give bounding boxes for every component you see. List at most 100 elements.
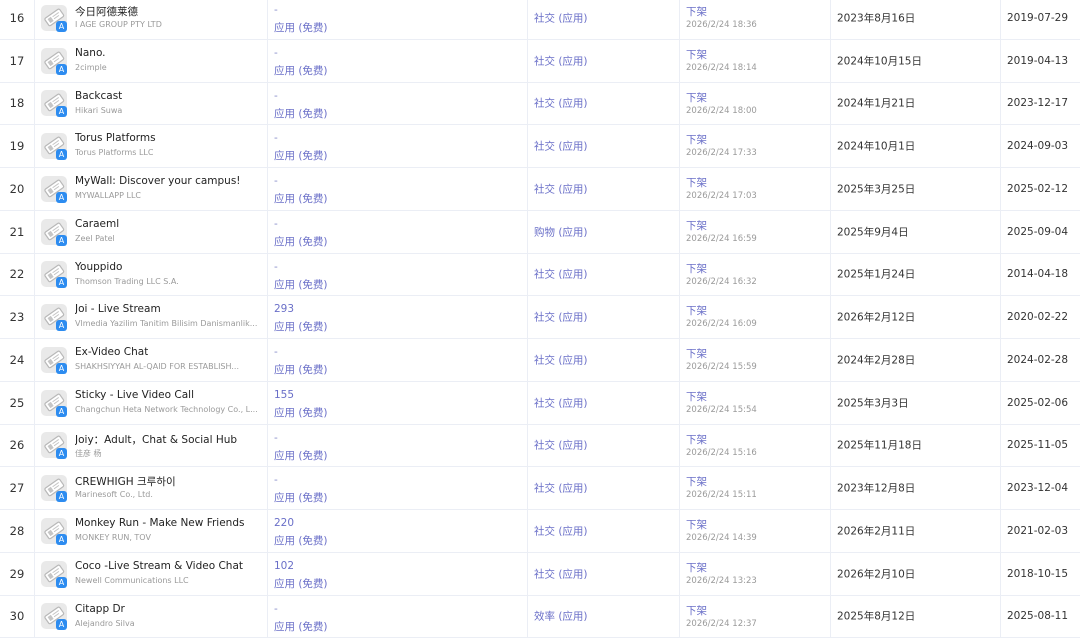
image-placeholder-icon[interactable]: A (41, 48, 67, 74)
price-type[interactable]: 应用 (免费) (274, 448, 328, 463)
app-cell[interactable]: A Monkey Run - Make New Friends MONKEY R… (34, 510, 267, 552)
app-name[interactable]: Joiy：Adult，Chat & Social Hub (75, 432, 237, 447)
table-row[interactable]: 16 A 今日阿德莱德 I AGE GROUP PTY LTD (0, 0, 1080, 40)
status-link[interactable]: 下架 (686, 4, 707, 19)
app-cell[interactable]: A Ex-Video Chat SHAKHSIYYAH AL-QAID FOR … (34, 339, 267, 381)
price-type[interactable]: 应用 (免费) (274, 576, 328, 591)
app-cell[interactable]: A CREWHIGH 크루하이 Marinesoft Co., Ltd. (34, 467, 267, 509)
image-placeholder-icon[interactable]: A (41, 133, 67, 159)
category-link[interactable]: 社交 (应用) (534, 566, 588, 581)
category-link[interactable]: 社交 (应用) (534, 267, 588, 282)
image-placeholder-icon[interactable]: A (41, 5, 67, 31)
price-type[interactable]: 应用 (免费) (274, 405, 328, 420)
price-type[interactable]: 应用 (免费) (274, 533, 328, 548)
category-link[interactable]: 效率 (应用) (534, 609, 588, 624)
app-cell[interactable]: A Nano. 2cimple (34, 40, 267, 82)
price-type[interactable]: 应用 (免费) (274, 234, 328, 249)
app-name[interactable]: Sticky - Live Video Call (75, 389, 194, 401)
category-link[interactable]: 社交 (应用) (534, 310, 588, 325)
price-type[interactable]: 应用 (免费) (274, 106, 328, 121)
app-name[interactable]: MyWall: Discover your campus! (75, 175, 241, 187)
image-placeholder-icon[interactable]: A (41, 518, 67, 544)
price-type[interactable]: 应用 (免费) (274, 277, 328, 292)
category-link[interactable]: 社交 (应用) (534, 53, 588, 68)
table-row[interactable]: 20 A MyWall: Discover your campus! (0, 168, 1080, 211)
app-cell[interactable]: A MyWall: Discover your campus! MYWALLAP… (34, 168, 267, 210)
status-link[interactable]: 下架 (686, 560, 707, 575)
app-cell[interactable]: A Sticky - Live Video Call Changchun Het… (34, 382, 267, 424)
app-cell[interactable]: A Joi - Live Stream Vlmedia Yazilim Tani… (34, 296, 267, 338)
image-placeholder-icon[interactable]: A (41, 561, 67, 587)
app-cell[interactable]: A Coco -Live Stream & Video Chat Newell … (34, 553, 267, 595)
app-name[interactable]: CREWHIGH 크루하이 (75, 474, 176, 489)
category-link[interactable]: 社交 (应用) (534, 139, 588, 154)
status-link[interactable]: 下架 (686, 432, 707, 447)
category-link[interactable]: 社交 (应用) (534, 481, 588, 496)
price-type[interactable]: 应用 (免费) (274, 362, 328, 377)
status-link[interactable]: 下架 (686, 175, 707, 190)
category-link[interactable]: 购物 (应用) (534, 224, 588, 239)
category-link[interactable]: 社交 (应用) (534, 10, 588, 25)
price-type[interactable]: 应用 (免费) (274, 619, 328, 634)
image-placeholder-icon[interactable]: A (41, 603, 67, 629)
category-link[interactable]: 社交 (应用) (534, 438, 588, 453)
image-placeholder-icon[interactable]: A (41, 176, 67, 202)
app-cell[interactable]: A Citapp Dr Alejandro Silva (34, 596, 267, 638)
image-placeholder-icon[interactable]: A (41, 90, 67, 116)
app-name[interactable]: Nano. (75, 47, 106, 59)
status-link[interactable]: 下架 (686, 90, 707, 105)
table-row[interactable]: 25 A Sticky - Live Video Call Chan (0, 382, 1080, 425)
table-row[interactable]: 24 A Ex-Video Chat SHAKHSIYYAH AL- (0, 339, 1080, 382)
status-link[interactable]: 下架 (686, 218, 707, 233)
image-placeholder-icon[interactable]: A (41, 390, 67, 416)
price-type[interactable]: 应用 (免费) (274, 490, 328, 505)
app-cell[interactable]: A Youppido Thomson Trading LLC S.A. (34, 254, 267, 296)
table-row[interactable]: 26 A Joiy：Adult，Chat & Social Hub (0, 425, 1080, 468)
app-name[interactable]: Backcast (75, 90, 122, 102)
app-cell[interactable]: A Torus Platforms Torus Platforms LLC (34, 125, 267, 167)
app-cell[interactable]: A Caraeml Zeel Patel (34, 211, 267, 253)
status-link[interactable]: 下架 (686, 474, 707, 489)
image-placeholder-icon[interactable]: A (41, 347, 67, 373)
table-row[interactable]: 28 A Monkey Run - Make New Friends (0, 510, 1080, 553)
price-type[interactable]: 应用 (免费) (274, 319, 328, 334)
table-row[interactable]: 27 A CREWHIGH 크루하이 Marinesoft Co., (0, 467, 1080, 510)
app-name[interactable]: Youppido (75, 261, 122, 273)
app-name[interactable]: Torus Platforms (75, 132, 156, 144)
table-row[interactable]: 30 A Citapp Dr Alejandro Silva (0, 596, 1080, 638)
app-name[interactable]: Monkey Run - Make New Friends (75, 517, 244, 529)
table-row[interactable]: 17 A Nano. 2cimple (0, 40, 1080, 83)
app-cell[interactable]: A Backcast Hikari Suwa (34, 83, 267, 125)
table-row[interactable]: 19 A Torus Platforms Torus Platfor (0, 125, 1080, 168)
app-name[interactable]: Coco -Live Stream & Video Chat (75, 560, 243, 572)
app-name[interactable]: Ex-Video Chat (75, 346, 148, 358)
category-link[interactable]: 社交 (应用) (534, 181, 588, 196)
table-row[interactable]: 23 A Joi - Live Stream Vlmedia Yaz (0, 296, 1080, 339)
price-type[interactable]: 应用 (免费) (274, 20, 328, 35)
app-name[interactable]: Joi - Live Stream (75, 303, 161, 315)
status-link[interactable]: 下架 (686, 603, 707, 618)
app-cell[interactable]: A Joiy：Adult，Chat & Social Hub 佳彦 杨 (34, 425, 267, 467)
status-link[interactable]: 下架 (686, 261, 707, 276)
image-placeholder-icon[interactable]: A (41, 219, 67, 245)
price-type[interactable]: 应用 (免费) (274, 191, 328, 206)
app-name[interactable]: 今日阿德莱德 (75, 4, 138, 19)
category-link[interactable]: 社交 (应用) (534, 523, 588, 538)
app-cell[interactable]: A 今日阿德莱德 I AGE GROUP PTY LTD (34, 0, 267, 39)
image-placeholder-icon[interactable]: A (41, 261, 67, 287)
table-row[interactable]: 18 A Backcast Hikari Suwa (0, 83, 1080, 126)
status-link[interactable]: 下架 (686, 303, 707, 318)
price-type[interactable]: 应用 (免费) (274, 148, 328, 163)
status-link[interactable]: 下架 (686, 389, 707, 404)
table-row[interactable]: 22 A Youppido Thomson Trading LLC (0, 254, 1080, 297)
image-placeholder-icon[interactable]: A (41, 475, 67, 501)
image-placeholder-icon[interactable]: A (41, 304, 67, 330)
status-link[interactable]: 下架 (686, 346, 707, 361)
status-link[interactable]: 下架 (686, 132, 707, 147)
status-link[interactable]: 下架 (686, 47, 707, 62)
table-row[interactable]: 29 A Coco -Live Stream & Video Chat (0, 553, 1080, 596)
category-link[interactable]: 社交 (应用) (534, 96, 588, 111)
app-name[interactable]: Citapp Dr (75, 603, 125, 615)
image-placeholder-icon[interactable]: A (41, 432, 67, 458)
status-link[interactable]: 下架 (686, 517, 707, 532)
